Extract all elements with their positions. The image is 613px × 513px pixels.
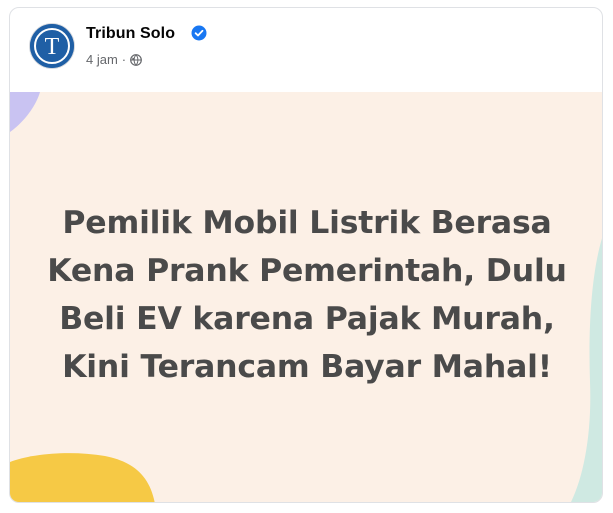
verified-badge-icon [191,25,207,41]
tribun-logo-icon: T [30,24,74,68]
post-meta: 4 jam · [86,52,143,67]
page-name-link[interactable]: Tribun Solo [86,25,175,43]
headline-line-1: Pemilik Mobil Listrik Berasa [62,205,552,241]
headline-line-2: Kena Prank Pemerintah, Dulu [47,253,567,289]
post-headline: Pemilik Mobil Listrik Berasa Kena Prank … [30,199,584,391]
post-header: T Tribun Solo 4 jam · [10,8,602,92]
headline-line-3: Beli EV karena Pajak Murah, [59,301,555,337]
headline-line-4: Kini Terancam Bayar Mahal! [62,349,552,385]
facebook-post-card: T Tribun Solo 4 jam · Pemilik Mobil List… [9,7,603,503]
meta-separator: · [121,52,127,67]
post-image[interactable]: Pemilik Mobil Listrik Berasa Kena Prank … [10,92,602,502]
svg-text:T: T [45,34,60,60]
post-timestamp[interactable]: 4 jam [86,52,118,67]
page-avatar[interactable]: T [30,24,74,68]
globe-icon[interactable] [130,53,143,66]
